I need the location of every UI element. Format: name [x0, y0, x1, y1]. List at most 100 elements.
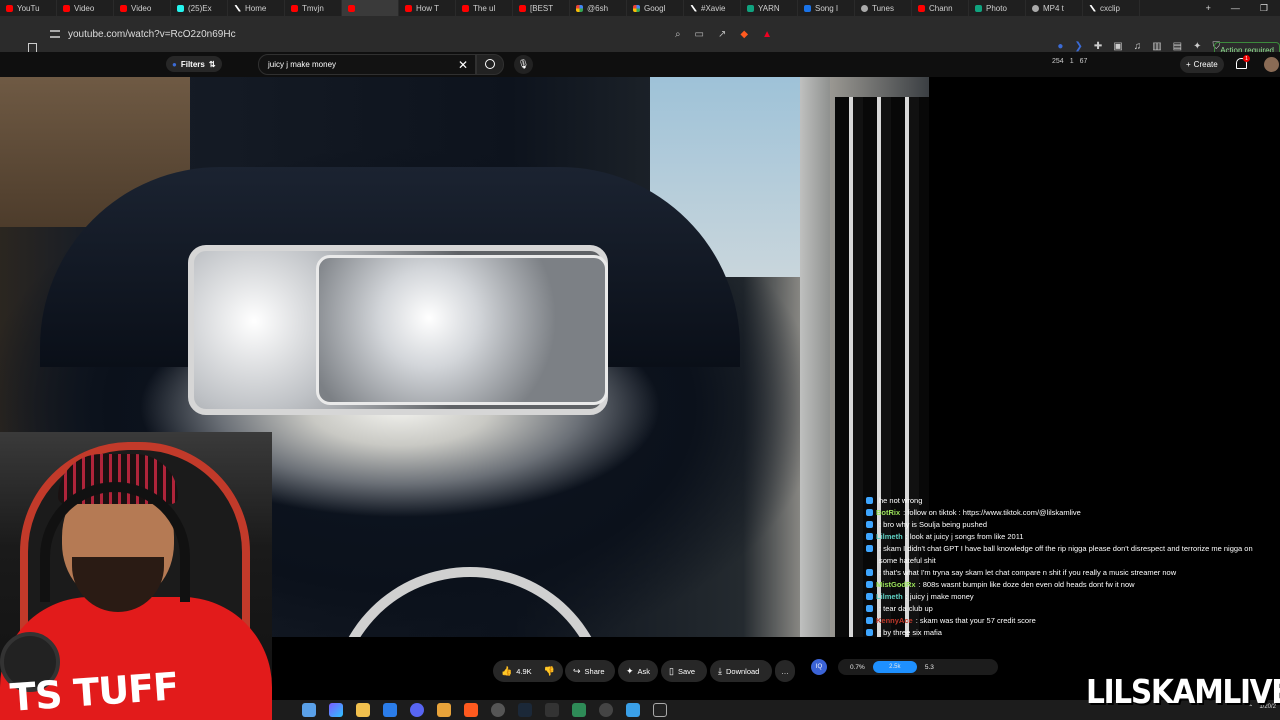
capcut-icon[interactable] — [572, 703, 586, 717]
browser-tab[interactable]: YARN — [741, 0, 798, 16]
browser-tab[interactable]: #Xavie — [684, 0, 741, 16]
address-bar[interactable]: youtube.com/watch?v=RcO2z0n69Hc ⌕ ▭ ↗ ◆ … — [50, 21, 780, 47]
url-text[interactable]: youtube.com/watch?v=RcO2z0n69Hc — [68, 29, 236, 40]
chat-badge-icon — [866, 581, 873, 588]
chat-message: Lilmeth: look at juicy j songs from like… — [866, 531, 1266, 543]
youtube-header: ● Filters ⇅ juicy j make money ✕ 🎙 254 1… — [0, 52, 1280, 77]
copilot-icon[interactable] — [329, 703, 343, 717]
discord-icon[interactable] — [410, 703, 424, 717]
screenshot-icon[interactable]: ▣ — [1113, 41, 1122, 52]
brave-icon[interactable] — [464, 703, 478, 717]
chat-username[interactable]: Lilmeth — [876, 531, 903, 543]
browser-tab[interactable]: Chann — [912, 0, 969, 16]
audio-icon[interactable]: ❯ — [1074, 41, 1082, 52]
site-settings-icon[interactable] — [50, 30, 60, 38]
channel-watermark: LILSKAMLIVE — [1086, 672, 1280, 711]
thumbs-up-icon: 👍 — [501, 665, 513, 676]
browser-tab[interactable]: Tunes — [855, 0, 912, 16]
wallet-icon[interactable]: ▤ — [1173, 41, 1182, 52]
chat-message: : tear da club up — [866, 603, 1266, 615]
like-count: 4.9K — [516, 666, 532, 676]
browser-tab[interactable]: How T — [399, 0, 456, 16]
chat-badge-icon — [866, 509, 873, 516]
thumbs-down-icon[interactable]: 👎 — [544, 666, 555, 677]
more-actions-button[interactable]: … — [775, 660, 795, 682]
extension-progress: 0.7% 2.5k 5.3 — [838, 659, 998, 675]
app-icon[interactable] — [545, 703, 559, 717]
tab-label: How T — [416, 3, 439, 13]
browser-tab[interactable]: Photo — [969, 0, 1026, 16]
youtube-icon — [405, 4, 412, 12]
chat-text: : tear da club up — [879, 604, 933, 613]
chat-username[interactable]: KennyAce — [876, 615, 913, 627]
save-button[interactable]: ▯ Save — [661, 660, 707, 682]
4k-icon[interactable] — [599, 703, 613, 717]
sparkle-icon: ✦ — [626, 665, 634, 676]
browser-tab[interactable]: [BEST — [513, 0, 570, 16]
capcut2-icon[interactable] — [653, 703, 667, 717]
chat-username[interactable]: MistGodRx — [876, 579, 916, 591]
cast-icon[interactable]: ▭ — [695, 29, 704, 40]
leo-icon[interactable]: ✦ — [1193, 41, 1201, 52]
filters-button[interactable]: ● Filters ⇅ — [166, 56, 222, 72]
extension-side-value: 5.3 — [924, 663, 934, 671]
gear-icon — [861, 4, 868, 12]
store-icon[interactable] — [383, 703, 397, 717]
browser-tab[interactable]: @6sh — [570, 0, 627, 16]
like-button[interactable]: 👍 4.9K 👎 — [493, 660, 563, 682]
restore-button[interactable]: ❐ — [1260, 3, 1268, 14]
brave-shield-icon[interactable]: ◆ — [740, 29, 748, 40]
folder-icon[interactable] — [356, 703, 370, 717]
tab-label: The ul — [473, 3, 496, 13]
search-button[interactable] — [476, 54, 504, 75]
browser-tab[interactable]: MP4 t — [1026, 0, 1083, 16]
chat-message: MistGodRx: 808s wasnt bumpin like doze d… — [866, 579, 1266, 591]
start-icon[interactable] — [302, 703, 316, 717]
browser-tab[interactable]: Video — [114, 0, 171, 16]
more-icon: … — [781, 666, 789, 676]
search-page-icon[interactable]: ⌕ — [675, 29, 681, 40]
extension-logo-icon[interactable]: IQ — [811, 659, 827, 675]
search-value[interactable]: juicy j make money — [268, 60, 336, 69]
clear-search-icon[interactable]: ✕ — [458, 58, 468, 72]
extension-percent: 0.7% — [850, 663, 865, 671]
chat-text: he not wrong — [879, 496, 923, 505]
voice-search-icon[interactable]: 🎙 — [514, 55, 533, 74]
browser-tab[interactable]: Googl — [627, 0, 684, 16]
youtube-icon — [63, 4, 70, 12]
chat-username[interactable]: Lilmeth — [876, 591, 903, 603]
browser-tab[interactable]: Video — [57, 0, 114, 16]
chat-text: : follow on tiktok : https://www.tiktok.… — [903, 508, 1081, 517]
steam-icon[interactable] — [518, 703, 532, 717]
browser-tab[interactable]: The ul — [456, 0, 513, 16]
search-input[interactable]: juicy j make money ✕ — [258, 54, 476, 75]
extensions-icon[interactable]: ✚ — [1094, 41, 1102, 52]
chrome-icon[interactable] — [491, 703, 505, 717]
browser-tab[interactable] — [342, 0, 399, 16]
download-button[interactable]: ⤓ Download — [710, 660, 772, 682]
music-icon[interactable]: ♫ — [1134, 41, 1142, 52]
browser-tab[interactable]: (25)Ex — [171, 0, 228, 16]
browser-tab[interactable]: Song I — [798, 0, 855, 16]
shield-app-icon[interactable] — [437, 703, 451, 717]
browser-tab[interactable]: cxclip — [1083, 0, 1140, 16]
chat-text: : by three six mafia — [879, 628, 942, 637]
ask-button[interactable]: ✦ Ask — [618, 660, 658, 682]
notepad-icon[interactable] — [626, 703, 640, 717]
extension-stats: 254 1 67 — [1052, 58, 1087, 65]
brave-rewards-icon[interactable]: ▲ — [762, 29, 772, 40]
new-tab-button[interactable]: + — [1206, 3, 1211, 14]
avatar[interactable] — [1264, 57, 1279, 72]
create-button[interactable]: + Create — [1180, 56, 1224, 73]
minimize-button[interactable]: — — [1231, 3, 1240, 14]
browser-tab[interactable]: Tmvjn — [285, 0, 342, 16]
google-icon — [633, 4, 640, 12]
vpn-icon[interactable]: ● — [1057, 41, 1063, 52]
sidebar-icon[interactable]: ▥ — [1152, 41, 1161, 52]
youtube-icon — [462, 4, 469, 12]
chat-username[interactable]: BotRix — [876, 507, 900, 519]
browser-tab[interactable]: Home — [228, 0, 285, 16]
browser-tab[interactable]: YouTu — [0, 0, 57, 16]
share-page-icon[interactable]: ↗ — [718, 29, 726, 40]
share-button[interactable]: ↪ Share — [565, 660, 615, 682]
